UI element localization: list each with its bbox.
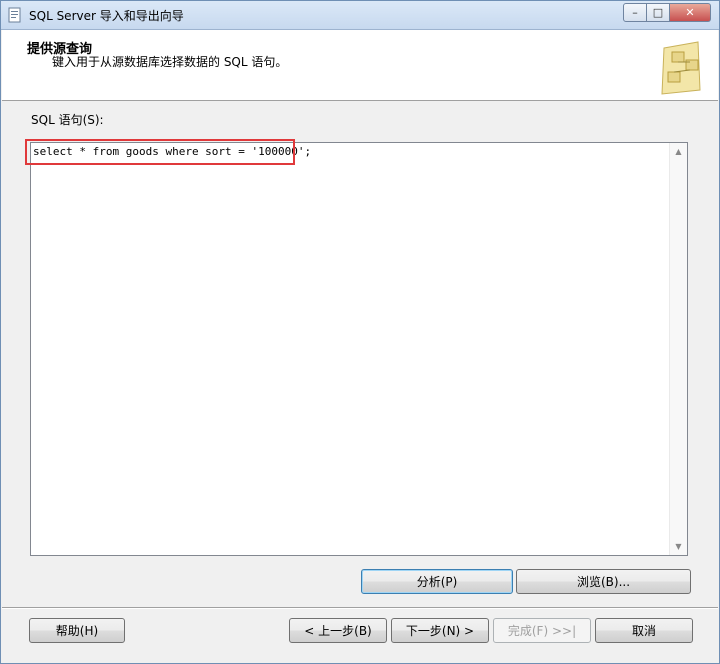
- help-button[interactable]: 帮助(H): [29, 618, 125, 643]
- finish-button[interactable]: 完成(F) >>|: [493, 618, 591, 643]
- wizard-window: SQL Server 导入和导出向导 – □ ✕ 提供源查询 键入用于从源数据库…: [0, 0, 720, 664]
- query-highlight-box: [25, 139, 295, 165]
- maximize-button[interactable]: □: [647, 3, 670, 22]
- sql-statement-label: SQL 语句(S):: [31, 113, 104, 127]
- close-button[interactable]: ✕: [670, 3, 711, 22]
- scroll-down-arrow-icon[interactable]: ▼: [670, 538, 687, 555]
- page-subtitle: 键入用于从源数据库选择数据的 SQL 语句。: [52, 55, 288, 69]
- scroll-up-arrow-icon[interactable]: ▲: [670, 143, 687, 160]
- next-button[interactable]: 下一步(N) >: [391, 618, 489, 643]
- title-bar[interactable]: SQL Server 导入和导出向导 – □ ✕: [1, 1, 719, 30]
- cancel-button[interactable]: 取消: [595, 618, 693, 643]
- footer-separator: [2, 607, 718, 609]
- editor-vertical-scrollbar[interactable]: ▲ ▼: [669, 143, 687, 555]
- parse-button[interactable]: 分析(P): [361, 569, 513, 594]
- wizard-header: 提供源查询 键入用于从源数据库选择数据的 SQL 语句。: [2, 30, 718, 101]
- back-button[interactable]: < 上一步(B): [289, 618, 387, 643]
- window-controls: – □ ✕: [623, 3, 711, 22]
- sql-query-editor[interactable]: select * from goods where sort = '100000…: [30, 142, 688, 556]
- wizard-app-icon: [8, 7, 21, 23]
- window-title: SQL Server 导入和导出向导: [29, 9, 184, 23]
- data-transfer-icon: [661, 41, 701, 95]
- browse-button[interactable]: 浏览(B)...: [516, 569, 691, 594]
- minimize-button[interactable]: –: [623, 3, 647, 22]
